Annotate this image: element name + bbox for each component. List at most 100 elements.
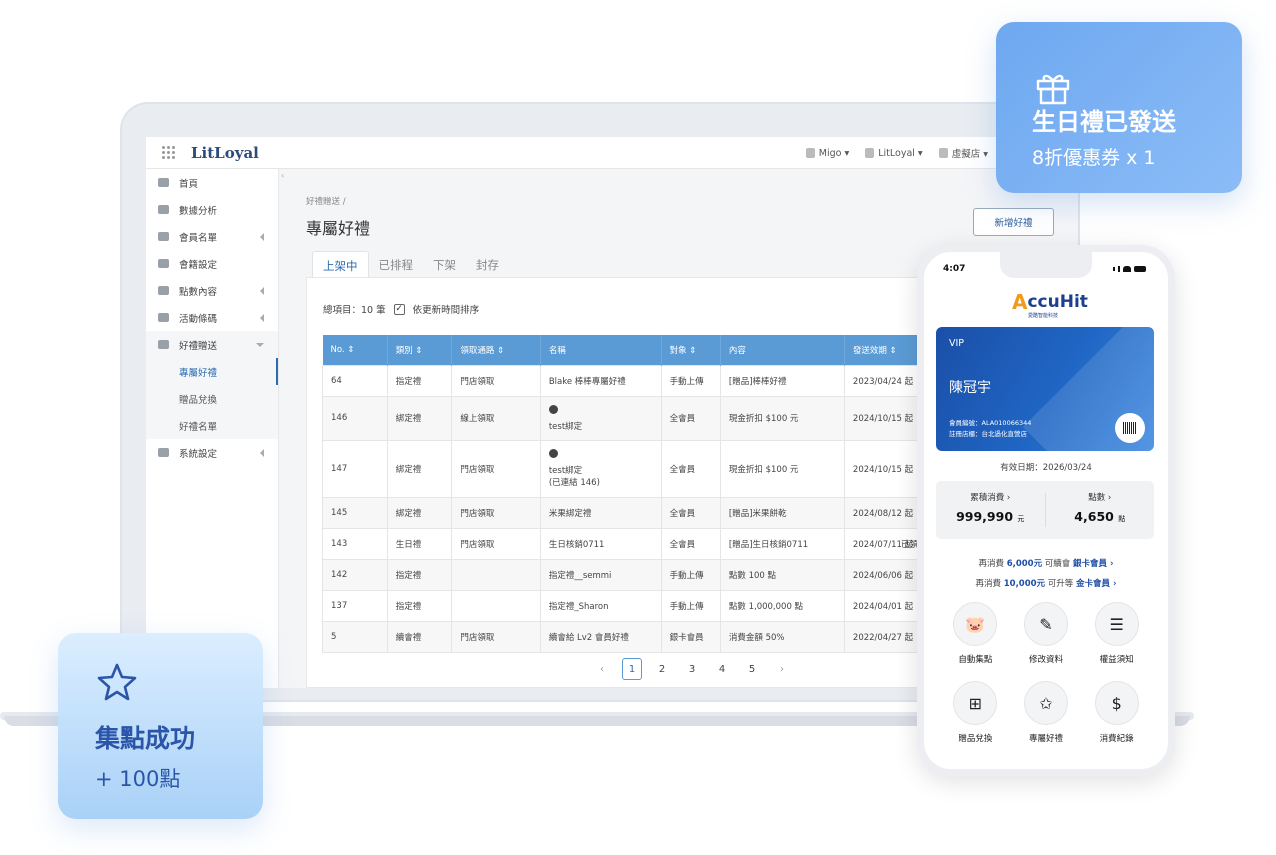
topbar-brand-label: LitLoyal ▾	[878, 147, 923, 159]
upgrade-hint-silver[interactable]: 再消費 6,000元 可續會 銀卡會員 ›	[924, 557, 1168, 569]
chevron-left-icon	[260, 314, 264, 322]
action-label: 權益須知	[1099, 655, 1134, 665]
col-target[interactable]: 對象 ⇕	[661, 335, 721, 365]
cell: 門店領取	[451, 439, 541, 498]
chevron-left-icon	[260, 287, 264, 295]
table-row[interactable]: 147 綁定禮 門店領取 test綁定 (已連結 146) 全會員 現金折扣 $100 元2…	[322, 439, 943, 498]
cell	[451, 589, 541, 622]
tab-archived[interactable]: 封存	[466, 251, 509, 280]
sidebar-item-barcodes[interactable]: 活動條碼	[146, 304, 278, 331]
stat-spending[interactable]: 累積消費 › 999,990 元	[936, 481, 1045, 539]
apps-grid-icon[interactable]	[162, 145, 176, 160]
status-time: 4:07	[943, 264, 966, 274]
chevron-left-icon	[260, 233, 264, 241]
sidebar-item-label: 數據分析	[179, 205, 218, 217]
page-button[interactable]: 3	[682, 658, 702, 680]
cell: 指定禮	[386, 364, 453, 397]
hint-level: 金卡會員	[1075, 579, 1110, 589]
page-button[interactable]: 1	[622, 658, 642, 680]
page-button[interactable]: 2	[652, 658, 672, 680]
action-edit-profile[interactable]: ✎ 修改資料	[1011, 602, 1082, 665]
sidebar-item-label: 好禮贈送	[179, 340, 218, 352]
topbar-menu: Migo ▾ LitLoyal ▾ 虛擬店 ▾	[805, 137, 988, 169]
col-name: 名稱	[540, 335, 662, 365]
users-icon	[158, 232, 169, 241]
pencil-icon: ✎	[1023, 602, 1068, 646]
cell: 銀卡會員	[660, 620, 721, 653]
sidebar-item-gifts[interactable]: 好禮贈送	[146, 331, 278, 358]
table-row[interactable]: 5 續會禮 門店領取 續會給 Lv2 會員好禮 銀卡會員 消費金額 50% 2022/04/…	[322, 620, 943, 653]
sidebar-subitem-redeem[interactable]: 贈品兌換	[146, 385, 278, 412]
member-stats: 累積消費 › 999,990 元 點數 › 4,650 點	[936, 481, 1154, 539]
sidebar-item-analytics[interactable]: 數據分析	[146, 196, 278, 223]
cell: 143	[322, 527, 388, 560]
cell: 指定禮_Sharon	[539, 589, 662, 622]
cell: 門店領取	[451, 496, 541, 529]
member-number: 會員編號：ALA010066344	[949, 419, 1032, 427]
card-level: VIP	[949, 338, 965, 349]
chevron-right-icon: ›	[1107, 559, 1114, 569]
next-page-button[interactable]: ›	[772, 658, 792, 680]
action-redeem[interactable]: ⊞ 贈品兌換	[940, 681, 1011, 744]
action-exclusive-gifts[interactable]: ✩ 專屬好禮	[1011, 681, 1082, 744]
sidebar-subitem-exclusive-gifts[interactable]: 專屬好禮	[146, 358, 278, 385]
cell: 全會員	[660, 439, 721, 498]
sidebar-item-membership[interactable]: 會籍設定	[146, 250, 278, 277]
cell: 綁定禮	[386, 439, 453, 498]
action-history[interactable]: $ 消費紀錄	[1081, 681, 1152, 744]
cell: 147	[322, 439, 388, 498]
chevron-down-icon	[256, 343, 264, 347]
pagination: ‹ 1 2 3 4 5 ›	[592, 658, 792, 680]
action-auto-points[interactable]: 🐷 自動集點	[940, 602, 1011, 665]
breadcrumb[interactable]: 好禮贈送 /	[306, 195, 346, 207]
tab-unlisted[interactable]: 下架	[423, 251, 466, 280]
prev-page-button[interactable]: ‹	[592, 658, 612, 680]
member-info: 會員編號：ALA010066344 註冊店櫃：台北過化直營店	[949, 418, 1031, 440]
stat-points[interactable]: 點數 › 4,650 點	[1046, 481, 1155, 539]
sidebar-subitem-gift-list[interactable]: 好禮名單	[146, 412, 278, 439]
col-channel[interactable]: 領取通路 ⇕	[451, 335, 541, 365]
tab-active[interactable]: 上架中	[312, 251, 369, 280]
sidebar-item-label: 首頁	[179, 178, 199, 190]
table-row[interactable]: 142 指定禮 指定禮__semmi 手動上傳 點數 100 點 2024/06/06 起	[322, 558, 943, 591]
table-row[interactable]: 146 綁定禮 線上領取 test綁定 全會員 現金折扣 $100 元 2024/10/15…	[322, 395, 943, 441]
collapse-sidebar-icon[interactable]: ‹	[281, 171, 289, 181]
cell: 全會員	[660, 527, 721, 560]
topbar-company[interactable]: Migo ▾	[805, 148, 849, 159]
topbar-brand[interactable]: LitLoyal ▾	[865, 147, 923, 159]
sidebar-item-points[interactable]: 點數內容	[146, 277, 278, 304]
sidebar-item-home[interactable]: 首頁	[146, 169, 278, 196]
table-row[interactable]: 137 指定禮 指定禮_Sharon 手動上傳 點數 1,000,000 點 2024/0…	[322, 589, 943, 622]
upgrade-hint-gold[interactable]: 再消費 10,000元 可升等 金卡會員 ›	[924, 577, 1168, 589]
topbar-store[interactable]: 虛擬店 ▾	[938, 146, 988, 160]
table-row[interactable]: 143 生日禮 門店領取 生日核銷0711 全會員 [贈品]生日核銷0711 2024/07…	[322, 527, 943, 560]
sort-checkbox[interactable]: ✓	[393, 303, 405, 315]
page-button[interactable]: 5	[742, 658, 762, 680]
sidebar-item-label: 會員名單	[179, 232, 218, 244]
sidebar: 首頁 數據分析 會員名單 會籍設定 點數內容 活動條碼 好禮贈送 專屬好禮 贈品…	[146, 169, 279, 688]
sidebar-item-members[interactable]: 會員名單	[146, 223, 278, 250]
tab-scheduled[interactable]: 已排程	[369, 251, 424, 280]
table-row[interactable]: 145 綁定禮 門店領取 米果綁定禮 全會員 [贈品]米果餅乾 2024/08/12 起	[322, 496, 943, 529]
brand-logo[interactable]: LitLoyal	[191, 144, 259, 162]
action-label: 贈品兌換	[958, 734, 993, 744]
cell: 指定禮__semmi	[539, 558, 662, 591]
cell: 146	[322, 395, 388, 441]
chevron-left-icon	[260, 449, 264, 457]
action-benefits[interactable]: ☰ 權益須知	[1081, 602, 1152, 665]
col-no[interactable]: No. ⇕	[322, 335, 388, 365]
vip-member-card[interactable]: VIP 陳冠宇 會員編號：ALA010066344 註冊店櫃：台北過化直營店	[936, 327, 1154, 451]
page-button[interactable]: 4	[712, 658, 732, 680]
barcode-button[interactable]	[1115, 413, 1145, 443]
sidebar-item-settings[interactable]: 系統設定	[146, 439, 278, 466]
cell: 64	[322, 364, 388, 397]
receipt-icon: $	[1094, 681, 1139, 725]
stat-unit: 元	[1017, 515, 1025, 523]
col-type[interactable]: 類別 ⇕	[387, 335, 453, 365]
add-gift-button[interactable]: 新增好禮	[973, 208, 1054, 236]
stat-unit: 點	[1118, 515, 1126, 523]
table-row[interactable]: 64 指定禮 門店領取 Blake 棒棒專屬好禮 手動上傳 [贈品]棒棒好禮 2023/04…	[322, 364, 943, 397]
cell: 5	[322, 620, 388, 653]
gift-table: No. ⇕ 類別 ⇕ 領取通路 ⇕ 名稱 對象 ⇕ 內容 發送效期 ⇕ 64 指定…	[322, 335, 943, 653]
action-label: 專屬好禮	[1028, 734, 1063, 744]
